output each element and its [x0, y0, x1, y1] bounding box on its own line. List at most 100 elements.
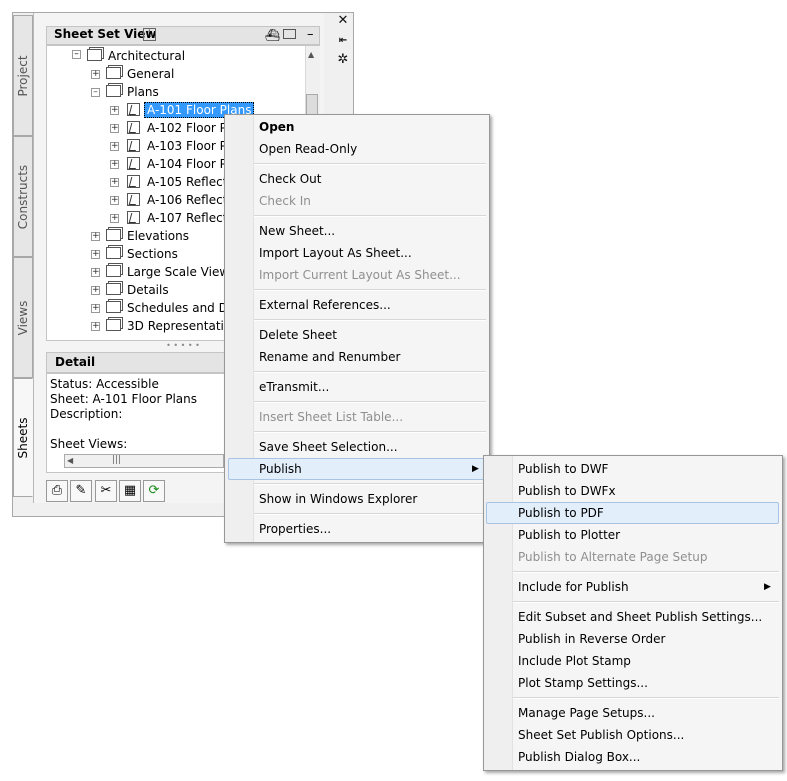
minimize-icon[interactable]: – — [307, 27, 314, 42]
tree-scrollbar-thumb[interactable] — [306, 94, 318, 116]
detail-status: Status: Accessible — [50, 377, 159, 391]
collapse-icon[interactable]: – — [91, 88, 100, 97]
autohide-icon[interactable]: ⇤ — [336, 34, 350, 48]
submenu-item-manage-page-setups[interactable]: Manage Page Setups... — [518, 702, 655, 724]
scrollbar-grip[interactable]: ||| — [112, 455, 121, 465]
menu-separator — [254, 371, 486, 373]
subset-icon — [106, 319, 121, 331]
menu-item-open-read-only[interactable]: Open Read-Only — [259, 138, 357, 160]
expand-icon[interactable]: + — [91, 304, 100, 313]
subset-icon — [87, 49, 102, 61]
tab-label: Views — [16, 300, 30, 335]
properties-icon[interactable]: ✲ — [336, 53, 350, 67]
menu-separator — [254, 431, 486, 433]
submenu-item-publish-options[interactable]: Sheet Set Publish Options... — [518, 724, 684, 746]
submenu-arrow-icon: ▶ — [764, 582, 771, 592]
menu-item-save-sheet-selection[interactable]: Save Sheet Selection... — [259, 436, 398, 458]
tree-item-details[interactable]: Details — [127, 281, 169, 299]
menu-item-etransmit[interactable]: eTransmit... — [259, 376, 329, 398]
menu-separator — [254, 215, 486, 217]
submenu-item-publish-pdf[interactable]: Publish to PDF — [518, 502, 604, 524]
expand-icon[interactable]: + — [91, 70, 100, 79]
tree-item-elevations[interactable]: Elevations — [127, 227, 189, 245]
submenu-item-include-for-publish[interactable]: Include for Publish — [518, 576, 629, 598]
tree-item-sheet[interactable]: A-107 Reflecte — [147, 209, 235, 227]
tree-item-sheet[interactable]: A-106 Reflecte — [147, 191, 235, 209]
menu-item-open[interactable]: Open — [259, 116, 294, 138]
close-icon[interactable]: ✕ — [336, 14, 350, 28]
submenu-item-publish-dialog[interactable]: Publish Dialog Box... — [518, 746, 640, 768]
scroll-left-icon[interactable]: ◀ — [67, 456, 73, 465]
expand-icon[interactable]: + — [110, 124, 119, 133]
menu-item-rename-renumber[interactable]: Rename and Renumber — [259, 346, 400, 368]
menu-separator — [254, 289, 486, 291]
tab-views[interactable]: Views — [13, 257, 33, 378]
expand-icon[interactable]: + — [91, 250, 100, 259]
submenu-item-edit-subset-settings[interactable]: Edit Subset and Sheet Publish Settings..… — [518, 606, 762, 628]
menu-separator — [254, 513, 486, 515]
submenu-item-publish-dwfx[interactable]: Publish to DWFx — [518, 480, 616, 502]
new-sheet-icon[interactable]: ✎ — [70, 480, 92, 502]
expand-icon[interactable]: + — [110, 142, 119, 151]
publish-icon[interactable]: ⛴ — [265, 28, 280, 42]
menu-item-import-current-layout: Import Current Layout As Sheet... — [259, 268, 461, 282]
view-tools-icon[interactable]: ✂ — [95, 480, 117, 502]
menu-item-properties[interactable]: Properties... — [259, 518, 331, 540]
submenu-item-plot-stamp-settings[interactable]: Plot Stamp Settings... — [518, 672, 648, 694]
submenu-arrow-icon: ▶ — [472, 464, 479, 474]
refresh-icon[interactable]: ⟳ — [143, 480, 165, 502]
expand-icon[interactable]: + — [91, 232, 100, 241]
tree-item-plans[interactable]: Plans — [127, 83, 159, 101]
expand-icon[interactable]: + — [110, 178, 119, 187]
menu-item-check-in: Check In — [259, 194, 311, 208]
detail-sheet-views: Sheet Views: — [50, 437, 128, 451]
menu-item-publish[interactable]: Publish — [259, 458, 302, 480]
tree-item-sections[interactable]: Sections — [127, 245, 178, 263]
tree-item-sheet[interactable]: A-105 Reflecte — [147, 173, 235, 191]
tab-project[interactable]: Project — [13, 15, 33, 136]
expand-icon[interactable]: + — [91, 286, 100, 295]
menu-item-show-in-explorer[interactable]: Show in Windows Explorer — [259, 488, 417, 510]
menu-item-delete-sheet[interactable]: Delete Sheet — [259, 324, 337, 346]
expand-icon[interactable]: + — [110, 106, 119, 115]
subset-icon — [106, 247, 121, 259]
collapse-icon[interactable]: – — [72, 50, 81, 59]
tree-item-general[interactable]: General — [127, 65, 174, 83]
tree-item-large-scale-views[interactable]: Large Scale Views — [127, 263, 235, 281]
detail-description: Description: — [50, 407, 123, 421]
menu-separator — [513, 601, 779, 603]
tab-label: Constructs — [16, 164, 30, 229]
scroll-up-icon[interactable]: ▲ — [308, 50, 314, 59]
subset-icon — [106, 301, 121, 313]
info-icon[interactable]: i — [143, 28, 156, 41]
menu-item-check-out[interactable]: Check Out — [259, 168, 321, 190]
submenu-item-publish-dwf[interactable]: Publish to DWF — [518, 458, 608, 480]
sheet-icon — [127, 139, 140, 152]
tree-item-schedules[interactable]: Schedules and Dia — [127, 299, 239, 317]
expand-icon[interactable]: + — [110, 196, 119, 205]
menu-item-external-references[interactable]: External References... — [259, 294, 391, 316]
detail-scrollbar[interactable] — [64, 454, 224, 468]
subset-icon — [106, 67, 121, 79]
subset-icon — [106, 283, 121, 295]
expand-icon[interactable]: + — [91, 322, 100, 331]
menu-item-new-sheet[interactable]: New Sheet... — [259, 220, 335, 242]
tree-item-3d-representation[interactable]: 3D Representation — [127, 317, 239, 335]
tab-constructs[interactable]: Constructs — [13, 136, 33, 257]
publish-sheets-icon[interactable]: ⎙ — [46, 480, 68, 502]
submenu-item-include-plot-stamp[interactable]: Include Plot Stamp — [518, 650, 631, 672]
folder-icon[interactable] — [283, 29, 296, 39]
submenu-item-publish-plotter[interactable]: Publish to Plotter — [518, 524, 620, 546]
expand-icon[interactable]: + — [110, 160, 119, 169]
submenu-item-reverse-order[interactable]: Publish in Reverse Order — [518, 628, 666, 650]
menu-item-import-layout[interactable]: Import Layout As Sheet... — [259, 242, 412, 264]
menu-separator — [254, 401, 486, 403]
menu-separator — [513, 571, 779, 573]
sheet-icon — [127, 193, 140, 206]
tree-root-architectural[interactable]: Architectural — [108, 47, 185, 65]
sheet-list-icon[interactable]: ▦ — [119, 480, 141, 502]
tab-sheets[interactable]: Sheets — [13, 378, 33, 497]
expand-icon[interactable]: + — [110, 214, 119, 223]
expand-icon[interactable]: + — [91, 268, 100, 277]
sheet-icon — [127, 121, 140, 134]
